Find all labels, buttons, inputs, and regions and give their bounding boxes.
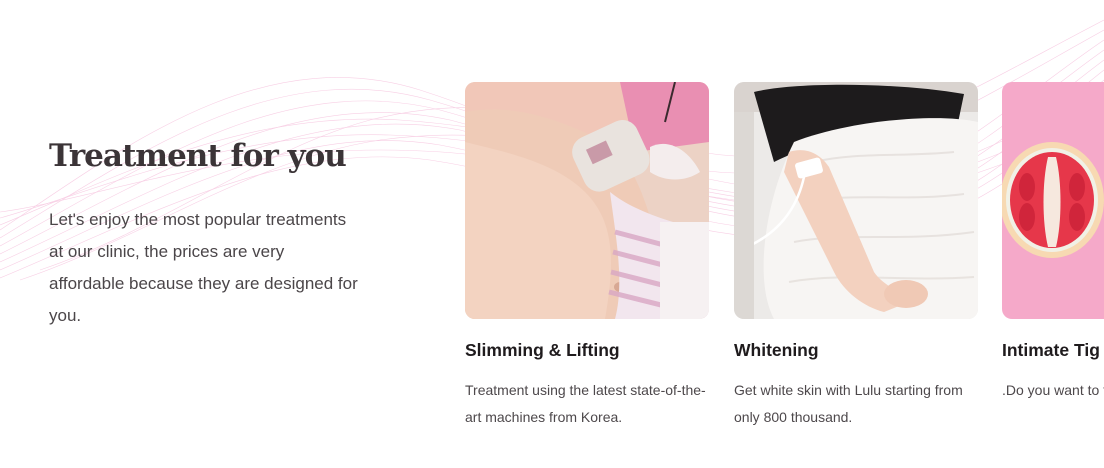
treatment-description: Treatment using the latest state-of-the-…: [465, 382, 706, 425]
treatment-title[interactable]: Whitening: [734, 339, 978, 361]
treatment-title[interactable]: Intimate Tig: [1002, 339, 1104, 361]
treatment-photo-whitening: [734, 82, 978, 319]
treatment-card-whitening[interactable]: Whitening Get white skin with Lulu start…: [734, 82, 978, 431]
treatment-card-slimming[interactable]: Slimming & Lifting Treatment using the l…: [465, 82, 709, 431]
treatment-title[interactable]: Slimming & Lifting: [465, 339, 709, 361]
treatment-photo-intimate: [1002, 82, 1104, 319]
treatment-photo-slimming: [465, 82, 709, 319]
treatment-section: Treatment for you Let's enjoy the most p…: [0, 0, 1104, 468]
intro-block: Treatment for you Let's enjoy the most p…: [49, 130, 369, 332]
section-description: Let's enjoy the most popular treatments …: [49, 210, 358, 325]
treatment-description: .Do you want to feel more co: [1002, 382, 1104, 398]
treatment-card-intimate[interactable]: Intimate Tig .Do you want to feel more c…: [1002, 82, 1104, 404]
treatment-description: Get white skin with Lulu starting from o…: [734, 382, 963, 425]
section-title: Treatment for you: [49, 138, 347, 174]
